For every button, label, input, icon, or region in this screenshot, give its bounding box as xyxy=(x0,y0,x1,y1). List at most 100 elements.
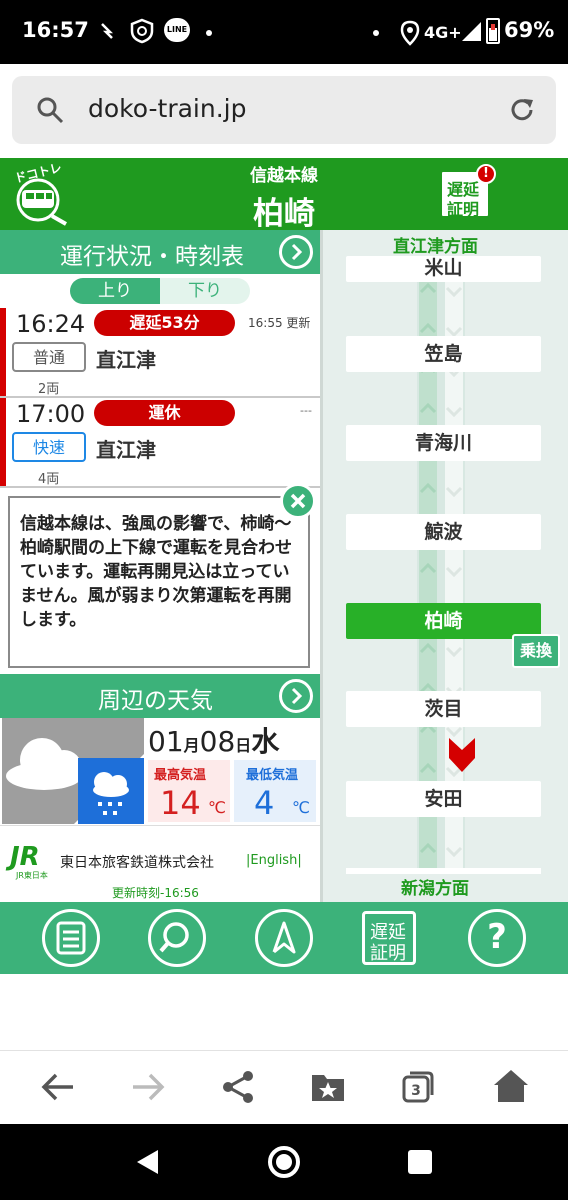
high-temp-label: 最高気温 xyxy=(154,768,207,783)
network-type: 4G+ xyxy=(424,23,462,42)
close-alert-button[interactable] xyxy=(280,483,316,519)
alarm-icon xyxy=(101,23,114,39)
station-item[interactable]: 安田 xyxy=(346,781,541,817)
menu-button[interactable] xyxy=(42,909,100,967)
tab-down[interactable]: 下り xyxy=(160,278,250,304)
menu-icon xyxy=(56,921,86,955)
status-badge: 運休 xyxy=(94,400,235,426)
search-icon xyxy=(37,97,64,124)
alert-badge: ! xyxy=(476,164,496,184)
bookmark-folder-icon[interactable] xyxy=(310,1069,346,1105)
month-unit: 月 xyxy=(183,736,200,755)
jr-footer: JR JR東日本 東日本旅客鉄道株式会社 |English| 更新時刻-16:5… xyxy=(0,828,320,902)
status-bar: 16:57 LINE 4G+ 69% xyxy=(0,0,568,64)
delay-cert-nav-label-2: 証明 xyxy=(370,943,406,964)
high-temp-value: 14 xyxy=(160,784,201,822)
top-direction: 直江津方面 xyxy=(393,237,478,257)
destination: 直江津 xyxy=(96,348,156,372)
chevron-right-icon[interactable] xyxy=(279,235,313,269)
dot-icon xyxy=(373,30,379,36)
shield-icon xyxy=(130,18,154,44)
battery-icon xyxy=(486,18,500,44)
browser-url-area: doko-train.jp xyxy=(0,64,568,158)
site-header: ドコトレ 信越本線 柏崎 遅延 証明 ! xyxy=(0,158,568,232)
svg-text:3: 3 xyxy=(411,1083,421,1099)
url-text: doko-train.jp xyxy=(88,94,247,123)
jr-sub: JR東日本 xyxy=(16,871,48,880)
tabs-icon[interactable]: 3 xyxy=(400,1069,436,1105)
train-row[interactable]: 17:00 運休 --- 快速 直江津 4両 xyxy=(0,398,320,488)
battery-percent: 69% xyxy=(504,18,555,42)
low-temp-label: 最低気温 xyxy=(246,768,299,783)
weather-date: 01月08日水 xyxy=(148,720,320,758)
transfer-button[interactable]: 乗換 xyxy=(512,634,560,668)
delay-indicator xyxy=(0,308,6,396)
nav-recents-icon[interactable] xyxy=(408,1150,432,1174)
delay-indicator xyxy=(0,398,6,486)
updated-time: 更新時刻-16:56 xyxy=(112,886,199,900)
location-icon xyxy=(400,20,420,46)
android-nav-bar xyxy=(0,1124,568,1200)
delay-cert-label-2: 証明 xyxy=(447,200,480,219)
bottom-direction: 新潟方面 xyxy=(401,879,469,899)
search-button[interactable] xyxy=(148,909,206,967)
station-item[interactable]: 米山 xyxy=(346,256,541,282)
updated-time: --- xyxy=(300,404,312,417)
left-column: 運行状況・時刻表 上り 下り 16:24 遅延53分 16:55 更新 普通 直… xyxy=(0,230,320,902)
station-item[interactable]: 鯨波 xyxy=(346,514,541,550)
jr-logo: JR xyxy=(10,842,40,872)
share-icon[interactable] xyxy=(220,1069,256,1105)
station-item[interactable]: 笠島 xyxy=(346,336,541,372)
line-app-icon: LINE xyxy=(164,18,190,42)
low-temp-value: 4 xyxy=(254,784,275,822)
train-type: 快速 xyxy=(12,432,86,462)
dot-icon xyxy=(206,30,212,36)
car-count: 2両 xyxy=(38,382,60,397)
delay-certificate-nav-button[interactable]: 遅延 証明 xyxy=(362,911,416,965)
station-item[interactable]: 茨目 xyxy=(346,691,541,727)
direction-tabs: 上り 下り xyxy=(0,274,320,308)
tab-up[interactable]: 上り xyxy=(70,278,160,304)
location-button[interactable] xyxy=(255,909,313,967)
nav-back-icon[interactable] xyxy=(134,1148,160,1176)
day-unit: 日 xyxy=(235,736,252,755)
rain-icon xyxy=(78,758,144,824)
weekday: 水 xyxy=(251,725,280,758)
schedule-section-header[interactable]: 運行状況・時刻表 xyxy=(0,230,320,274)
address-bar[interactable]: doko-train.jp xyxy=(12,76,556,144)
english-link[interactable]: |English| xyxy=(246,853,302,868)
search-icon xyxy=(159,922,189,953)
back-arrow-icon[interactable] xyxy=(40,1071,76,1103)
station-item-current[interactable]: 柏崎 xyxy=(346,603,541,639)
high-temp-box: 最高気温 14 ℃ xyxy=(148,760,230,822)
station-item[interactable]: 青海川 xyxy=(346,425,541,461)
train-row[interactable]: 16:24 遅延53分 16:55 更新 普通 直江津 2両 xyxy=(0,308,320,398)
departure-time: 17:00 xyxy=(16,400,86,428)
high-temp-unit: ℃ xyxy=(208,798,226,817)
weather-title: 周辺の天気 xyxy=(98,688,213,714)
destination: 直江津 xyxy=(96,438,156,462)
signal-icon xyxy=(462,22,481,41)
status-badge: 遅延53分 xyxy=(94,310,235,336)
help-button[interactable]: ? xyxy=(468,909,526,967)
compass-icon xyxy=(272,921,296,954)
train-type: 普通 xyxy=(12,342,86,372)
car-count: 4両 xyxy=(38,472,60,487)
weather-section-header[interactable]: 周辺の天気 xyxy=(0,674,320,718)
close-icon xyxy=(290,493,306,509)
updated-time: 16:55 更新 xyxy=(248,316,311,330)
month: 01 xyxy=(148,725,184,758)
schedule-title: 運行状況・時刻表 xyxy=(60,244,244,270)
browser-toolbar: 3 xyxy=(0,1050,568,1124)
nav-home-icon[interactable] xyxy=(266,1144,302,1180)
forward-arrow-icon[interactable] xyxy=(130,1071,166,1103)
alert-popup: 信越本線は、強風の影響で、柿崎～柏崎駅間の上下線で運転を見合わせています。運転再… xyxy=(8,496,310,668)
train-position-icon xyxy=(449,738,475,772)
home-icon[interactable] xyxy=(492,1067,530,1105)
chevron-right-icon[interactable] xyxy=(279,679,313,713)
alert-message: 信越本線は、強風の影響で、柿崎～柏崎駅間の上下線で運転を見合わせています。運転再… xyxy=(20,514,292,630)
company-name: 東日本旅客鉄道株式会社 xyxy=(60,855,214,871)
weather-panel: 01月08日水 最高気温 14 ℃ 最低気温 4 ℃ xyxy=(0,718,320,826)
departure-time: 16:24 xyxy=(16,310,86,338)
reload-icon[interactable] xyxy=(508,96,536,124)
